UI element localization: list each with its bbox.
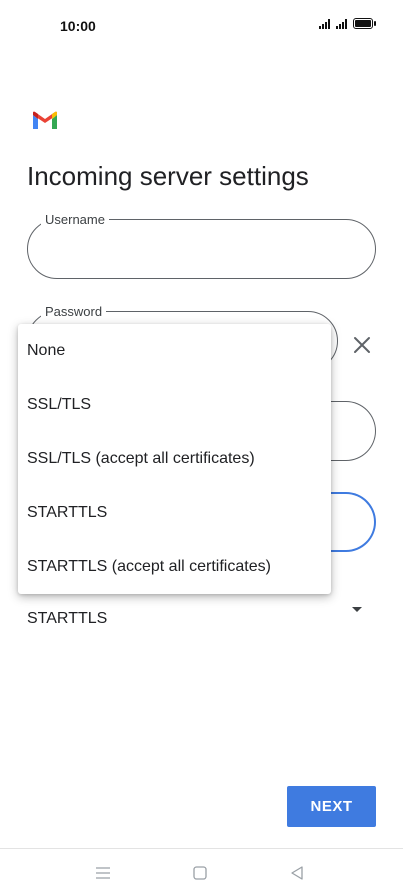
menu-item-ssl-tls-accept-all[interactable]: SSL/TLS (accept all certificates) bbox=[18, 432, 331, 486]
signal-icon bbox=[336, 18, 347, 29]
page-title: Incoming server settings bbox=[27, 161, 309, 191]
password-label: Password bbox=[41, 304, 107, 319]
gmail-logo-icon bbox=[33, 111, 57, 129]
status-icons bbox=[319, 18, 376, 29]
signal-icon bbox=[319, 18, 330, 29]
status-time: 10:00 bbox=[60, 18, 96, 34]
nav-divider bbox=[0, 848, 403, 849]
back-icon[interactable] bbox=[287, 863, 307, 883]
menu-item-starttls[interactable]: STARTTLS bbox=[18, 486, 331, 540]
next-button[interactable]: NEXT bbox=[287, 786, 376, 827]
battery-icon bbox=[353, 18, 376, 29]
menu-item-ssl-tls[interactable]: SSL/TLS bbox=[18, 378, 331, 432]
dropdown-arrow-icon[interactable] bbox=[352, 607, 362, 612]
close-icon[interactable] bbox=[350, 333, 374, 357]
security-type-select[interactable]: STARTTLS bbox=[27, 610, 107, 628]
menu-item-none[interactable]: None bbox=[18, 324, 331, 378]
username-label: Username bbox=[41, 212, 109, 227]
menu-item-starttls-accept-all[interactable]: STARTTLS (accept all certificates) bbox=[18, 540, 331, 594]
home-icon[interactable] bbox=[190, 863, 210, 883]
username-field[interactable] bbox=[27, 219, 376, 279]
menu-icon[interactable] bbox=[93, 863, 113, 883]
security-type-menu: None SSL/TLS SSL/TLS (accept all certifi… bbox=[18, 324, 331, 594]
